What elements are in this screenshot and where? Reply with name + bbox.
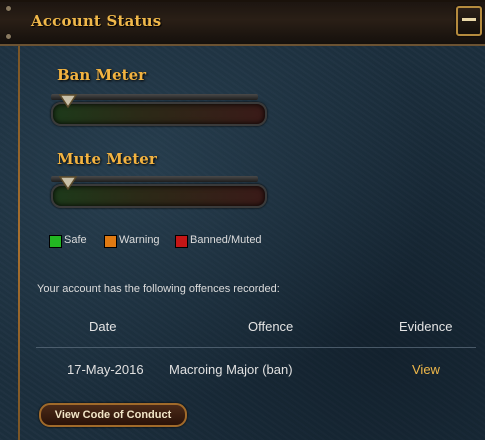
collapse-button[interactable]	[456, 6, 482, 36]
banned-swatch	[175, 235, 188, 248]
ban-meter-track	[51, 102, 267, 126]
column-header-offence: Offence	[248, 319, 294, 334]
mute-meter-track	[51, 184, 267, 208]
view-code-of-conduct-button[interactable]: View Code of Conduct	[39, 403, 187, 427]
mute-meter	[51, 176, 267, 208]
view-evidence-link[interactable]: View	[412, 362, 440, 377]
panel-title: Account Status	[31, 12, 162, 30]
ban-meter-pointer-icon	[59, 94, 77, 108]
column-header-evidence: Evidence	[399, 319, 453, 334]
mute-meter-pointer-icon	[59, 176, 77, 190]
ban-meter-title: Ban Meter	[57, 66, 147, 84]
rivet-icon	[6, 34, 11, 39]
table-divider	[36, 347, 476, 348]
column-header-date: Date	[89, 319, 117, 334]
mute-meter-title: Mute Meter	[57, 150, 157, 168]
legend-label: Banned/Muted	[190, 234, 262, 246]
ban-meter-rail	[51, 94, 258, 100]
warning-swatch	[104, 235, 117, 248]
minus-icon	[462, 18, 476, 21]
ban-meter	[51, 94, 267, 126]
legend-label: Warning	[119, 234, 160, 246]
mute-meter-rail	[51, 176, 258, 182]
offences-intro: Your account has the following offences …	[37, 283, 280, 295]
legend-label: Safe	[64, 234, 87, 246]
panel-header: Account Status	[0, 0, 485, 46]
safe-swatch	[49, 235, 62, 248]
offence-name: Macroing Major (ban)	[169, 362, 293, 377]
rivet-icon	[6, 6, 11, 11]
left-divider	[18, 46, 20, 440]
offence-date: 17-May-2016	[67, 362, 144, 377]
